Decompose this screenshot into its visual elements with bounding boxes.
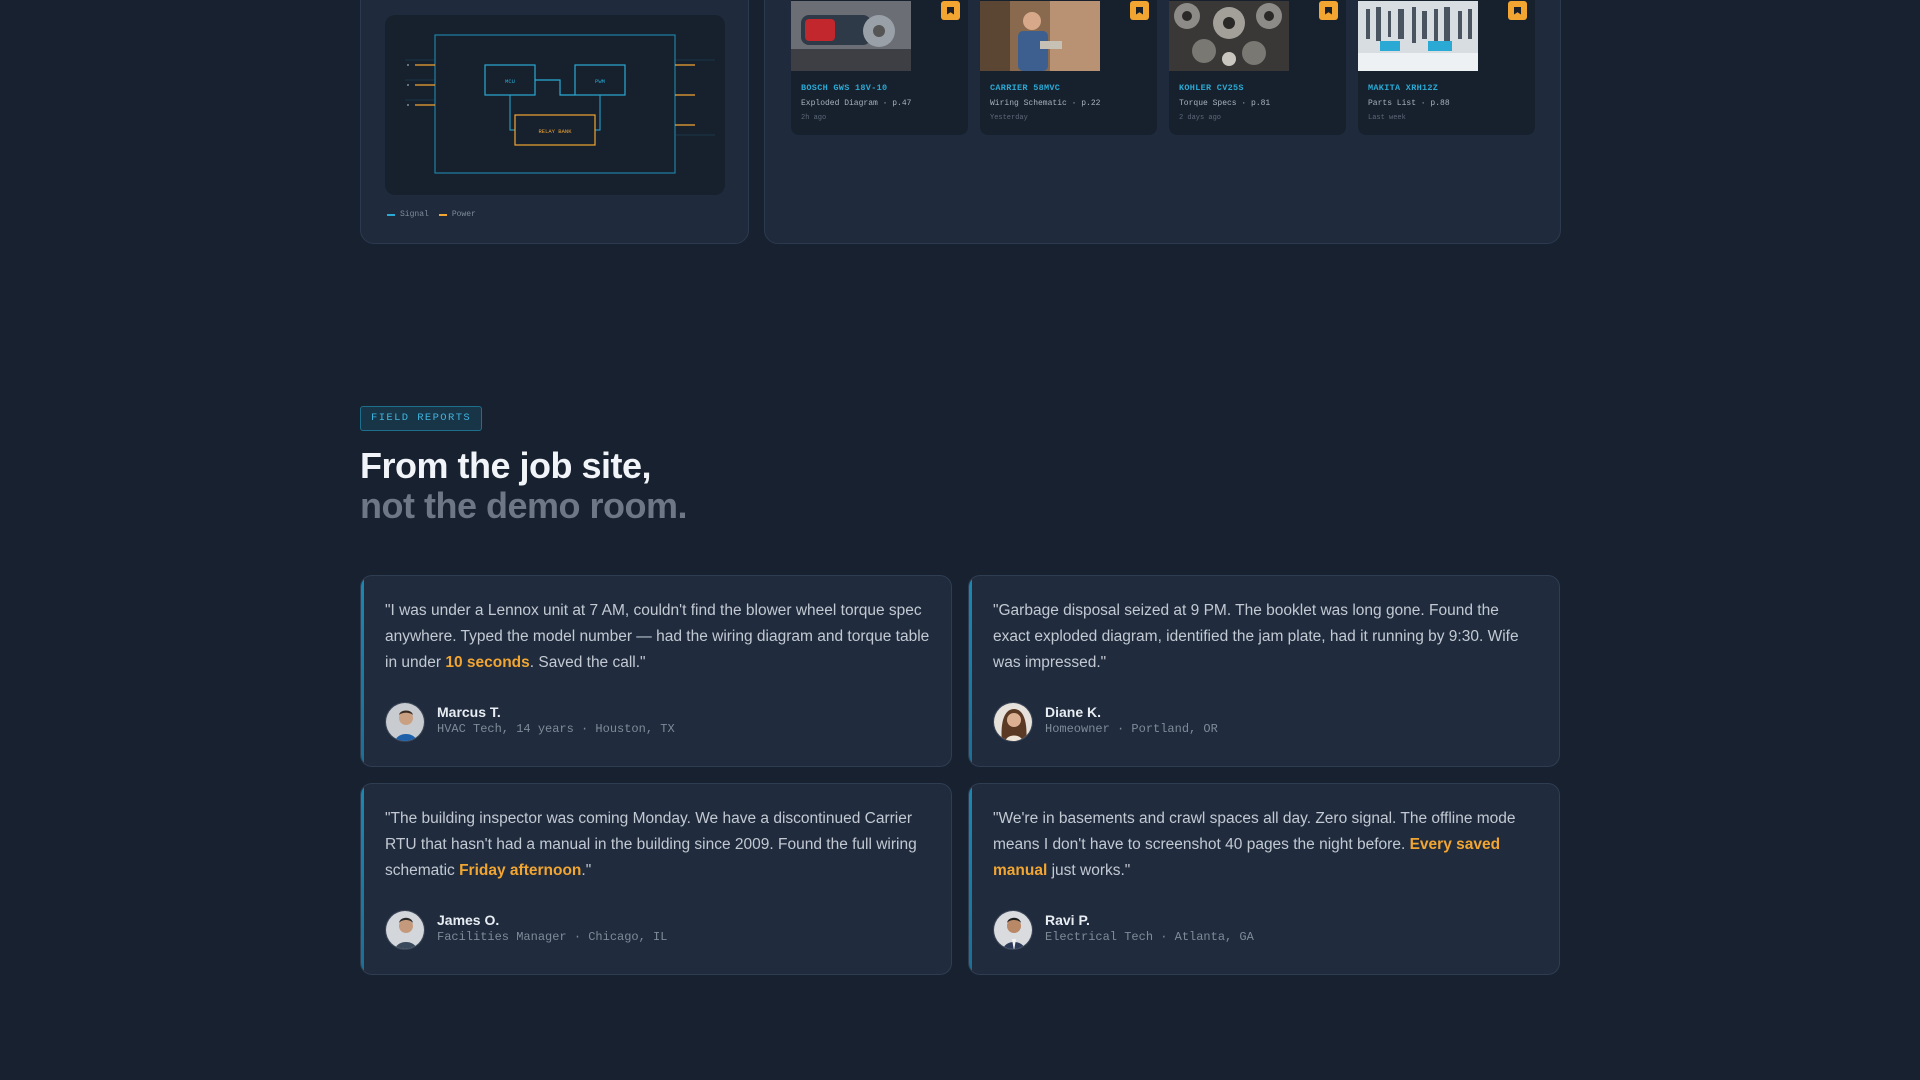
- avatar: [993, 702, 1033, 742]
- legend-power: Power: [438, 210, 476, 219]
- bookmark-icon[interactable]: [941, 1, 960, 20]
- avatar: [385, 910, 425, 950]
- diagram-label-mcu: MCU: [505, 78, 515, 85]
- testimonial-card: "We're in basements and crawl spaces all…: [968, 783, 1560, 975]
- diagram-label-pwm: PWM: [595, 78, 605, 85]
- bookmark-icon[interactable]: [1319, 1, 1338, 20]
- testimonial-quote: "I was under a Lennox unit at 7 AM, coul…: [385, 602, 930, 671]
- tool-wall-photo: [1358, 1, 1478, 71]
- testimonial-quote: "Garbage disposal seized at 9 PM. The bo…: [993, 602, 1519, 671]
- author-role: HVAC Tech, 14 years · Houston, TX: [437, 722, 675, 736]
- manual-section: Wiring Schematic · p.22: [990, 99, 1101, 108]
- author-name: Ravi P.: [1045, 912, 1090, 928]
- testimonial-quote: "The building inspector was coming Monda…: [385, 810, 917, 879]
- legend-signal: Signal: [387, 210, 429, 219]
- section-tag: FIELD REPORTS: [360, 406, 483, 431]
- bookmark-icon[interactable]: [1508, 1, 1527, 20]
- wiring-diagram: MCU PWM RELAY BANK: [385, 15, 725, 195]
- manual-timestamp: Last week: [1368, 114, 1406, 122]
- recent-manuals-panel: BOSCH GWS 18V-10 Exploded Diagram · p.47…: [764, 0, 1561, 244]
- technician-photo: [980, 1, 1100, 71]
- manual-timestamp: Yesterday: [990, 114, 1028, 122]
- manual-card[interactable]: BOSCH GWS 18V-10 Exploded Diagram · p.47…: [791, 0, 968, 135]
- manual-model: CARRIER 58MVC: [990, 83, 1061, 93]
- manual-model: BOSCH GWS 18V-10: [801, 83, 888, 93]
- headline-line-1: From the job site,: [360, 445, 652, 486]
- manual-section: Exploded Diagram · p.47: [801, 99, 912, 108]
- avatar: [385, 702, 425, 742]
- author-name: James O.: [437, 912, 500, 928]
- testimonial-card: "The building inspector was coming Monda…: [360, 783, 952, 975]
- section-headline: From the job site, not the demo room.: [360, 445, 688, 526]
- author-role: Electrical Tech · Atlanta, GA: [1045, 930, 1254, 944]
- manual-section: Torque Specs · p.81: [1179, 99, 1271, 108]
- author-name: Diane K.: [1045, 704, 1102, 720]
- manual-timestamp: 2 days ago: [1179, 114, 1222, 122]
- testimonial-card: "Garbage disposal seized at 9 PM. The bo…: [968, 575, 1560, 767]
- quote-highlight: Friday afternoon: [459, 862, 582, 879]
- manual-section: Parts List · p.88: [1368, 99, 1450, 108]
- engine-gears-photo: [1169, 1, 1289, 71]
- author-role: Homeowner · Portland, OR: [1045, 722, 1218, 736]
- angle-grinder-photo: [791, 1, 911, 71]
- author-role: Facilities Manager · Chicago, IL: [437, 930, 668, 944]
- testimonial-card: "I was under a Lennox unit at 7 AM, coul…: [360, 575, 952, 767]
- quote-highlight: 10 seconds: [445, 654, 530, 671]
- author-name: Marcus T.: [437, 704, 501, 720]
- manual-card[interactable]: CARRIER 58MVC Wiring Schematic · p.22 Ye…: [980, 0, 1157, 135]
- headline-line-2: not the demo room.: [360, 485, 688, 526]
- bookmark-icon[interactable]: [1130, 1, 1149, 20]
- manual-model: KOHLER CV25S: [1179, 83, 1244, 93]
- diagram-legend: Signal Power: [387, 210, 476, 219]
- testimonial-quote: "We're in basements and crawl spaces all…: [993, 810, 1516, 879]
- manual-model: MAKITA XRH12Z: [1368, 83, 1439, 93]
- manual-card[interactable]: KOHLER CV25S Torque Specs · p.81 2 days …: [1169, 0, 1346, 135]
- avatar: [993, 910, 1033, 950]
- manual-timestamp: 2h ago: [801, 114, 827, 122]
- diagram-preview-panel: MCU PWM RELAY BANK Signal Power: [360, 0, 749, 244]
- diagram-label-relay: RELAY BANK: [538, 128, 572, 135]
- manual-card[interactable]: MAKITA XRH12Z Parts List · p.88 Last wee…: [1358, 0, 1535, 135]
